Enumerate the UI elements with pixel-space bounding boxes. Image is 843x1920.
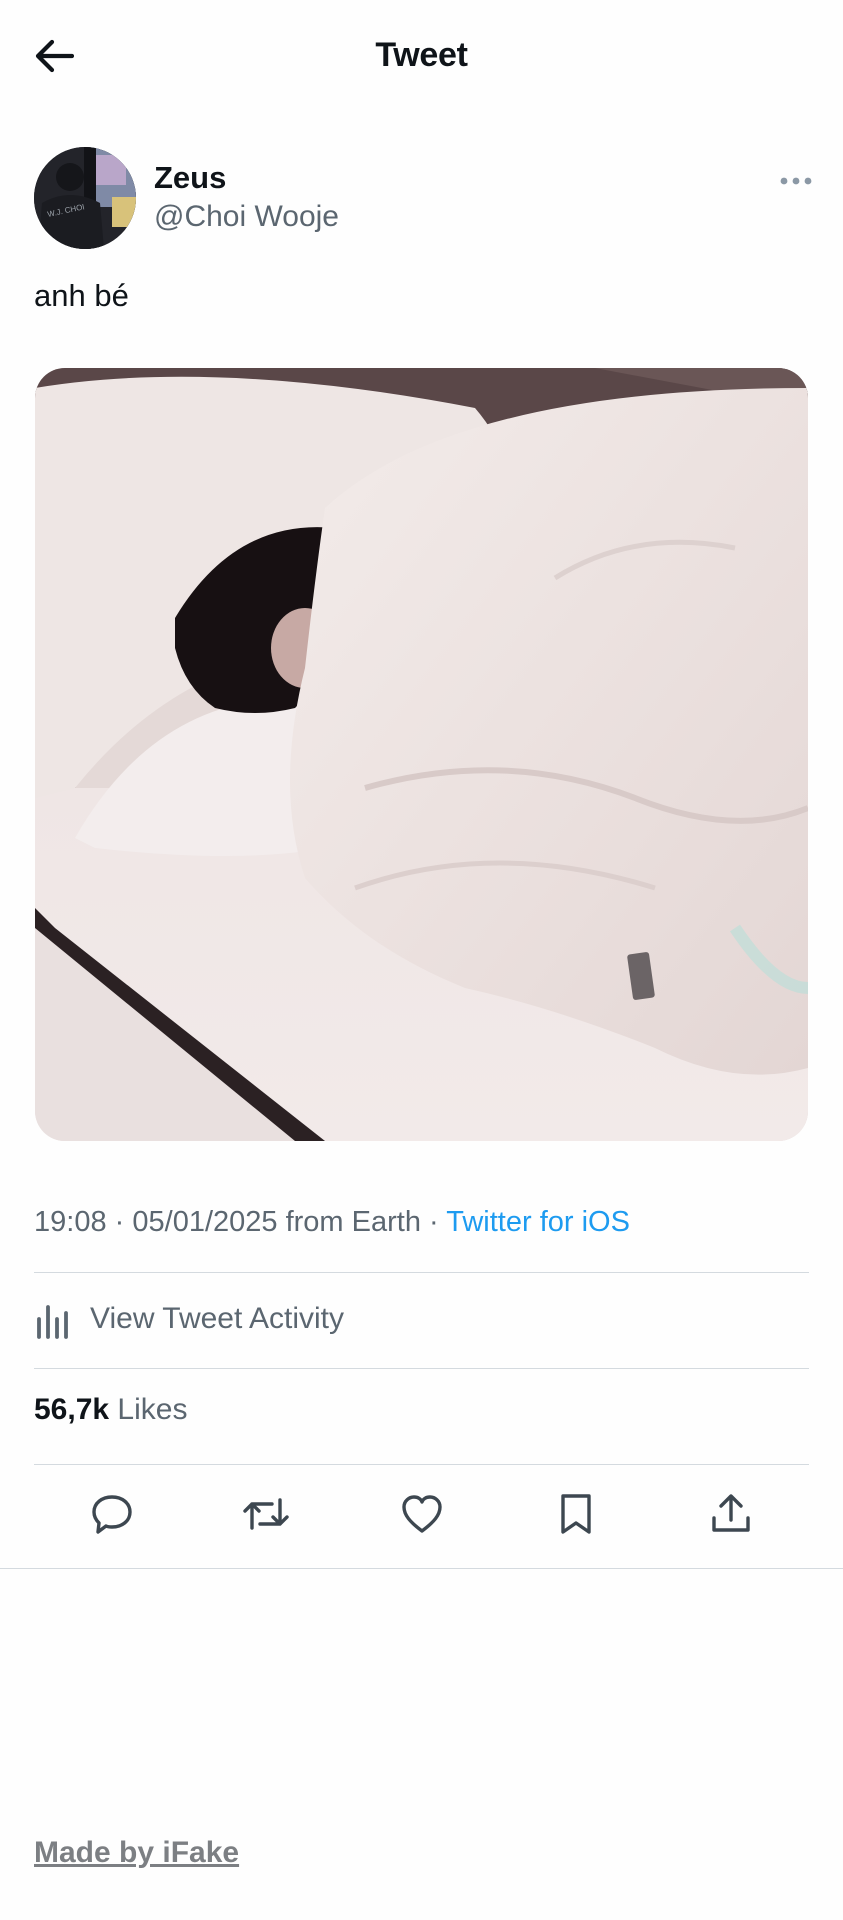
tweet-date: 05/01/2025 xyxy=(132,1206,278,1238)
more-horizontal-icon xyxy=(780,177,812,185)
likes-count-link[interactable]: 56,7k Likes xyxy=(34,1393,187,1427)
display-name[interactable]: Zeus xyxy=(154,160,226,196)
sleeping-person-photo xyxy=(35,368,808,1141)
user-handle[interactable]: @Choi Wooje xyxy=(154,200,339,234)
tweet-meta: 19:08 · 05/01/2025 from Earth · Twitter … xyxy=(34,1206,630,1239)
avatar-image: W.J. CHOI xyxy=(34,147,136,249)
share-icon xyxy=(712,1494,750,1532)
meta-separator: · xyxy=(114,1206,125,1238)
bar-chart-icon xyxy=(37,1305,68,1339)
page-title: Tweet xyxy=(375,36,468,74)
like-button[interactable] xyxy=(398,1490,446,1538)
meta-separator: · xyxy=(429,1206,439,1238)
tweet-text: anh bé xyxy=(34,278,129,313)
more-options-button[interactable] xyxy=(776,166,816,196)
tweet-detail-page: Tweet W.J. CHOI Zeus @Choi Wooje anh bé xyxy=(0,0,843,1920)
reply-icon xyxy=(92,1495,132,1534)
tweet-action-bar xyxy=(0,1464,843,1564)
top-bar: Tweet xyxy=(0,0,843,112)
reply-button[interactable] xyxy=(88,1490,136,1538)
tweet-source-link[interactable]: Twitter for iOS xyxy=(446,1206,630,1238)
view-tweet-activity-button[interactable]: View Tweet Activity xyxy=(34,1272,809,1366)
likes-count: 56,7k xyxy=(34,1393,110,1426)
share-button[interactable] xyxy=(707,1490,755,1538)
divider xyxy=(0,1568,843,1569)
view-tweet-activity-label: View Tweet Activity xyxy=(90,1302,345,1335)
heart-icon xyxy=(402,1495,442,1533)
made-by-link[interactable]: Made by iFake xyxy=(34,1836,239,1870)
tweet-media-image[interactable] xyxy=(35,368,808,1141)
avatar[interactable]: W.J. CHOI xyxy=(34,147,136,249)
bookmark-button[interactable] xyxy=(552,1490,600,1538)
retweet-button[interactable] xyxy=(242,1490,290,1538)
likes-label: Likes xyxy=(117,1393,188,1426)
tweet-time: 19:08 xyxy=(34,1206,107,1238)
retweet-icon xyxy=(243,1498,289,1530)
divider xyxy=(34,1368,809,1369)
tweet-location: from Earth xyxy=(285,1206,421,1238)
bookmark-icon xyxy=(561,1494,591,1534)
